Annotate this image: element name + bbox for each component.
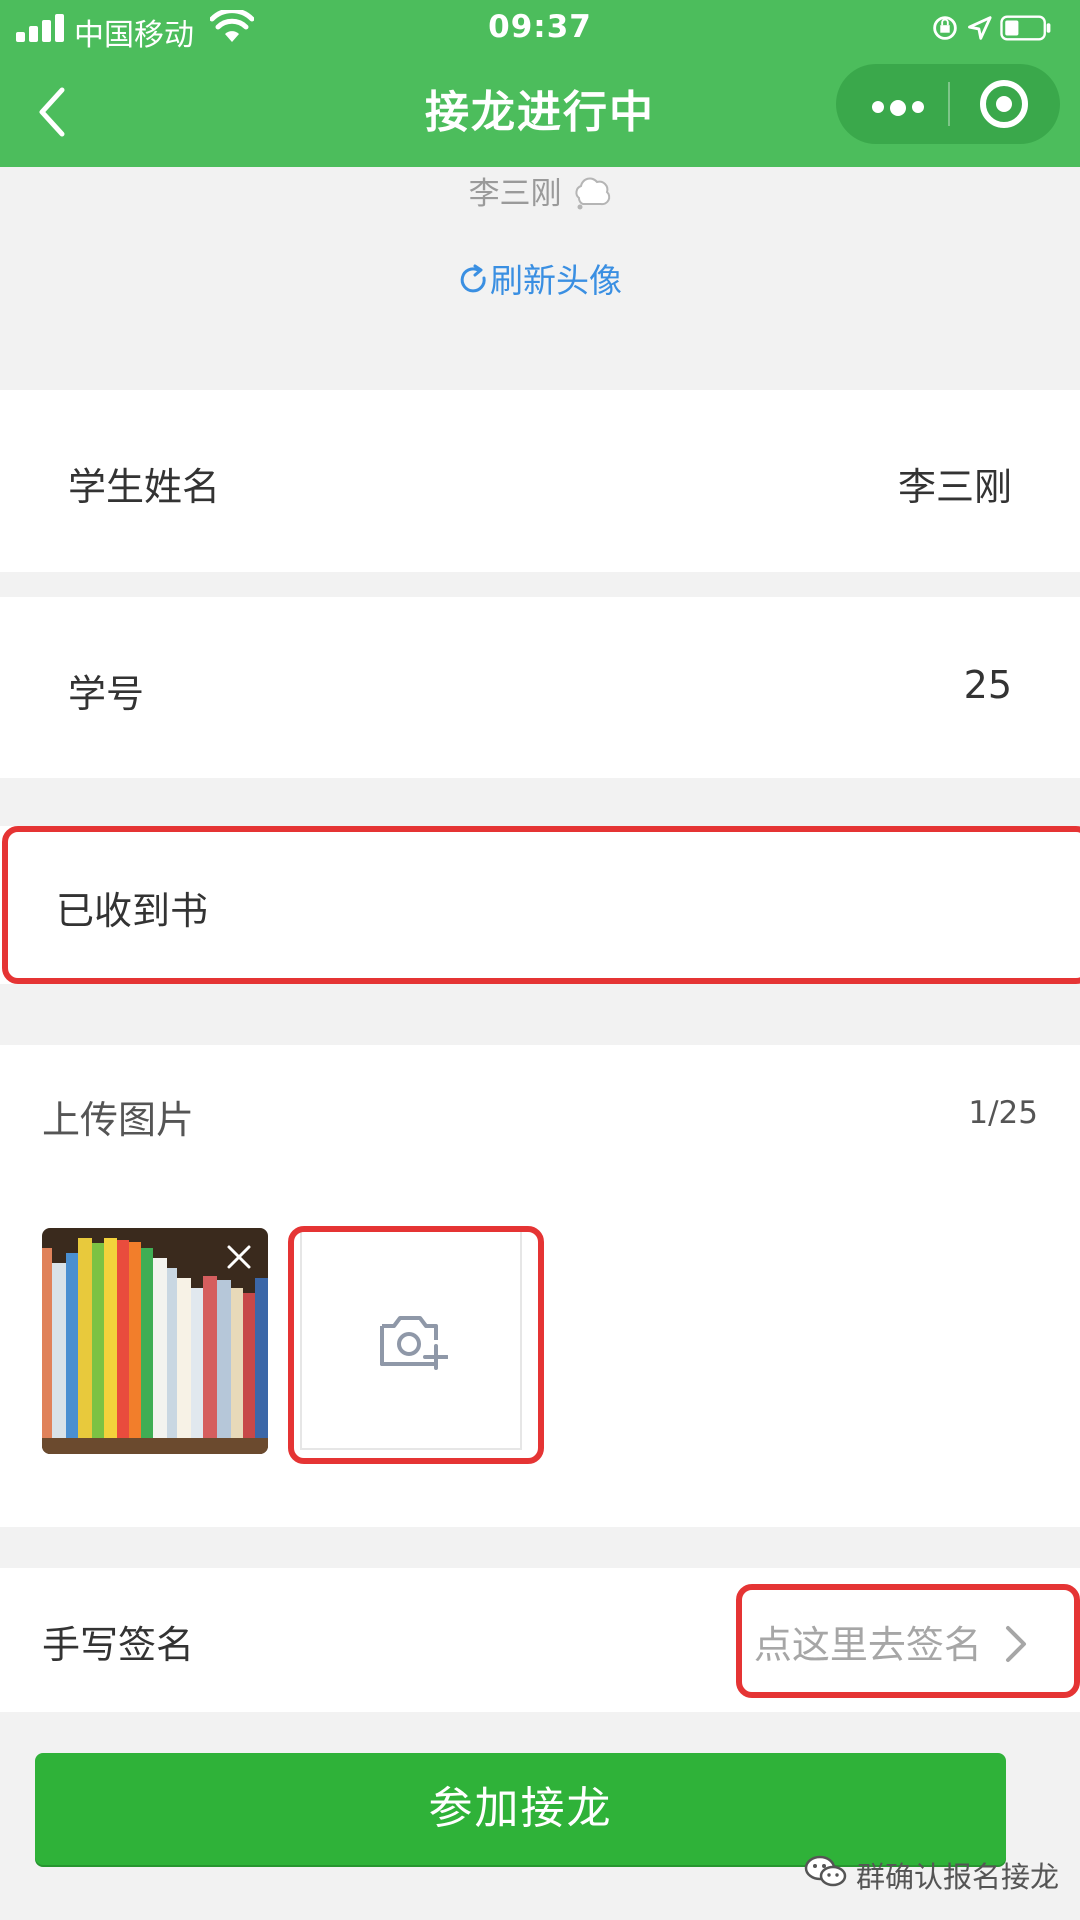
upload-count: 1/25 xyxy=(968,1095,1038,1131)
highlight-box-upload xyxy=(288,1226,544,1464)
student-name-label: 学生姓名 xyxy=(68,465,221,509)
uploaded-photo-thumbnail[interactable] xyxy=(42,1228,268,1454)
refresh-icon xyxy=(460,264,486,293)
close-miniprogram-button[interactable] xyxy=(950,64,1060,144)
more-button[interactable] xyxy=(836,64,948,144)
lock-rotation-icon xyxy=(933,16,957,40)
target-close-icon xyxy=(980,80,1028,128)
wechat-icon xyxy=(804,1855,847,1887)
avatar-name-text: 李三刚 xyxy=(468,176,562,212)
student-name-value: 李三刚 xyxy=(897,465,1012,509)
app-header: 中国移动 09:37 接龙进行中 xyxy=(0,0,1080,167)
status-bar: 中国移动 09:37 xyxy=(0,0,1080,56)
avatar-name: 李三刚 xyxy=(0,168,1080,213)
highlight-box-note xyxy=(2,826,1080,984)
status-icons xyxy=(933,15,1051,41)
location-arrow-icon xyxy=(968,16,992,40)
watermark-text: 群确认报名接龙 xyxy=(856,1860,1060,1894)
mini-program-capsule xyxy=(836,64,1060,144)
nav-bar: 接龙进行中 xyxy=(0,56,1080,167)
join-chain-button[interactable]: 参加接龙 xyxy=(35,1753,1006,1865)
signature-label: 手写签名 xyxy=(42,1623,195,1667)
student-id-label: 学号 xyxy=(68,672,145,716)
remove-x-icon[interactable] xyxy=(220,1238,258,1276)
student-id-value: 25 xyxy=(963,663,1012,707)
highlight-box-signature xyxy=(736,1584,1080,1698)
thought-bubble-icon xyxy=(575,177,611,210)
student-id-row[interactable]: 学号 25 xyxy=(0,597,1080,778)
watermark: 群确认报名接龙 xyxy=(804,1852,1064,1896)
upload-label: 上传图片 xyxy=(42,1098,195,1142)
more-dots-icon xyxy=(872,98,930,117)
refresh-avatar-link[interactable]: 刷新头像 xyxy=(0,254,1080,302)
student-name-row[interactable]: 学生姓名 李三刚 xyxy=(0,390,1080,572)
refresh-avatar-label: 刷新头像 xyxy=(490,261,622,300)
battery-icon xyxy=(1000,15,1051,41)
status-time: 09:37 xyxy=(488,9,592,45)
